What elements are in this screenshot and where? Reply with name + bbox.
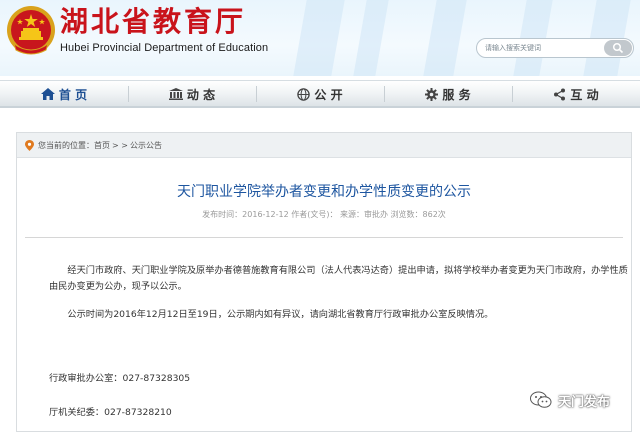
nav-item-label: 公 开	[314, 87, 343, 102]
gear-icon	[425, 87, 439, 101]
search-input[interactable]	[485, 41, 595, 55]
site-header: 湖北省教育厅 Hubei Provincial Department of Ed…	[0, 0, 640, 76]
article-meta: 发布时间：2016-12-12 作者(文号)： 来源：审批办 浏览数：862次	[202, 210, 446, 219]
breadcrumb-prefix: 您当前的位置：	[38, 140, 94, 150]
nav-item-news[interactable]: 动 态	[128, 81, 256, 107]
title-divider	[25, 237, 623, 238]
article-panel: 您当前的位置： 首页 > > 公示公告 天门职业学院举办者变更和办学性质变更的公…	[16, 132, 632, 432]
header-decoration	[293, 0, 345, 76]
main-nav: 首 页 动 态 公 开 服 务 互 动	[0, 80, 640, 108]
nav-item-interact[interactable]: 互 动	[512, 81, 640, 107]
nav-item-home[interactable]: 首 页	[0, 81, 128, 107]
header-decoration	[353, 0, 389, 76]
nav-item-service[interactable]: 服 务	[384, 81, 512, 107]
building-icon	[168, 88, 183, 100]
wechat-icon	[530, 391, 552, 409]
article-paragraph: 公示时间为2016年12月12日至19日，公示期内如有异议，请向湖北省教育厅行政…	[67, 309, 494, 320]
nav-item-label: 服 务	[442, 87, 471, 102]
breadcrumb-separator: > >	[112, 140, 128, 150]
share-icon	[553, 88, 566, 101]
watermark-text: 天门发布	[558, 394, 611, 410]
breadcrumb: 您当前的位置： 首页 > > 公示公告	[17, 133, 631, 158]
wechat-watermark: 天门发布	[530, 390, 610, 410]
home-icon	[40, 88, 55, 100]
breadcrumb-home-link[interactable]: 首页	[94, 140, 110, 151]
contact-approval-office: 行政审批办公室：027-87328305	[49, 373, 191, 384]
header-decoration	[423, 0, 467, 76]
search-box	[476, 38, 634, 58]
nav-item-label: 动 态	[186, 87, 216, 102]
contact-discipline-committee: 厅机关纪委：027-87328210	[49, 407, 172, 418]
article-paragraph: 经天门市政府、天门职业学院及原举办者德普施教育有限公司（法人代表冯达奇）提出申请…	[49, 265, 628, 292]
globe-icon	[297, 87, 311, 101]
search-button[interactable]	[604, 40, 632, 56]
nav-item-label: 互 动	[570, 87, 599, 102]
breadcrumb-current-link[interactable]: 公示公告	[130, 140, 162, 151]
article-title: 天门职业学院举办者变更和办学性质变更的公示	[177, 184, 471, 200]
location-pin-icon	[25, 139, 34, 151]
site-title[interactable]: 湖北省教育厅	[60, 4, 246, 40]
national-emblem-icon[interactable]	[4, 4, 58, 58]
search-icon	[612, 42, 624, 54]
nav-item-public[interactable]: 公 开	[256, 81, 384, 107]
nav-item-label: 首 页	[58, 87, 88, 102]
site-subtitle: Hubei Provincial Department of Education	[60, 42, 269, 54]
